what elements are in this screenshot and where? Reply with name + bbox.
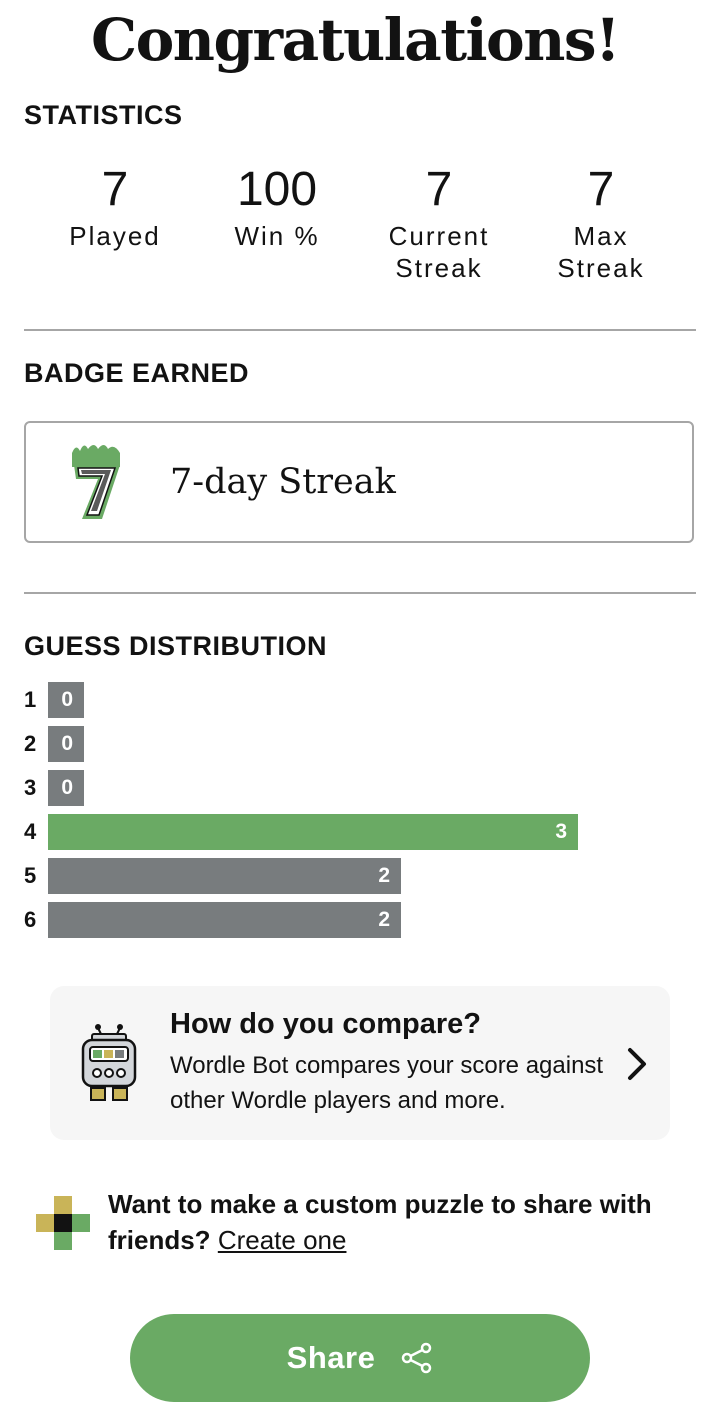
- guess-number: 3: [24, 775, 37, 800]
- badge-heading: BADGE EARNED: [24, 358, 250, 388]
- guess-number: 4: [24, 819, 37, 844]
- stat-value: 7: [425, 163, 453, 216]
- compare-description: Wordle Bot compares your score against o…: [170, 1052, 604, 1114]
- create-one-link[interactable]: Create one: [218, 1225, 347, 1255]
- stat-label: Win %: [234, 221, 320, 251]
- stat-value: 100: [236, 163, 318, 216]
- distribution-bar: 2: [48, 902, 401, 938]
- share-icon: [402, 1342, 432, 1374]
- divider: [24, 329, 696, 331]
- stat-value: 7: [101, 163, 129, 216]
- guess-distribution-chart: 102030435262: [24, 682, 696, 946]
- divider: [24, 592, 696, 594]
- stat-win-percent: 100 Win %: [196, 160, 358, 284]
- congratulations-title: Congratulations!: [90, 6, 621, 74]
- custom-puzzle-prompt: Want to make a custom puzzle to share wi…: [108, 1186, 688, 1258]
- seven-streak-badge-icon: [72, 445, 120, 519]
- compare-card[interactable]: How do you compare? Wordle Bot compares …: [50, 986, 670, 1140]
- statistics-heading: STATISTICS: [24, 100, 183, 130]
- statistics-panel: 7 Played 100 Win % 7 Current Streak 7 Ma…: [34, 160, 682, 284]
- stat-value: 7: [587, 163, 615, 216]
- distribution-row: 10: [24, 682, 696, 726]
- share-button[interactable]: Share: [130, 1314, 590, 1402]
- distribution-bar: 0: [48, 770, 84, 806]
- chevron-right-icon[interactable]: [626, 1046, 648, 1082]
- stat-label: Played: [69, 221, 161, 251]
- stat-max-streak: 7 Max Streak: [520, 160, 682, 284]
- badge-card: 7-day Streak: [24, 421, 694, 543]
- guess-number: 2: [24, 731, 37, 756]
- compare-title: How do you compare?: [170, 1008, 481, 1040]
- guess-distribution-heading: GUESS DISTRIBUTION: [24, 631, 328, 661]
- guess-number: 1: [24, 687, 37, 712]
- distribution-bar: 0: [48, 726, 84, 762]
- distribution-row: 20: [24, 726, 696, 770]
- custom-puzzle-icon: [36, 1196, 90, 1250]
- stat-label: Max Streak: [557, 221, 645, 283]
- distribution-row: 62: [24, 902, 696, 946]
- distribution-row: 52: [24, 858, 696, 902]
- distribution-row: 43: [24, 814, 696, 858]
- distribution-bar: 0: [48, 682, 84, 718]
- share-label: Share: [286, 1340, 376, 1375]
- distribution-bar: 3: [48, 814, 578, 850]
- stat-current-streak: 7 Current Streak: [358, 160, 520, 284]
- stat-played: 7 Played: [34, 160, 196, 284]
- wordle-bot-icon: [81, 1024, 137, 1101]
- distribution-row: 30: [24, 770, 696, 814]
- distribution-bar: 2: [48, 858, 401, 894]
- guess-number: 6: [24, 907, 37, 932]
- badge-label: 7-day Streak: [170, 462, 396, 502]
- stat-label: Current Streak: [388, 221, 490, 283]
- guess-number: 5: [24, 863, 37, 888]
- custom-puzzle-text: Want to make a custom puzzle to share wi…: [108, 1189, 652, 1255]
